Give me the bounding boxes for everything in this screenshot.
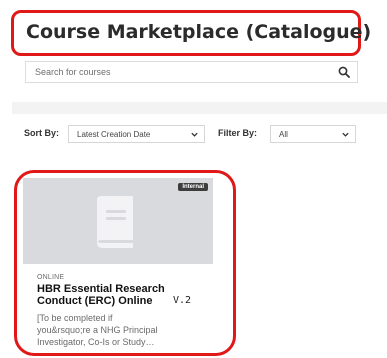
filter-by-value: All	[279, 130, 288, 139]
chevron-down-icon	[191, 132, 198, 137]
section-divider	[12, 102, 387, 114]
filter-by-select[interactable]: All	[270, 125, 356, 143]
search-icon[interactable]	[338, 66, 350, 78]
search-bar[interactable]	[25, 61, 358, 83]
card-highlight-box	[14, 170, 236, 356]
chevron-down-icon	[342, 132, 349, 137]
filter-by-label: Filter By:	[218, 128, 258, 138]
sort-by-label: Sort By:	[24, 128, 60, 138]
page-title: Course Marketplace (Catalogue)	[26, 21, 372, 43]
sort-by-value: Latest Creation Date	[77, 130, 151, 139]
search-input[interactable]	[26, 62, 326, 82]
sort-by-select[interactable]: Latest Creation Date	[68, 125, 205, 143]
